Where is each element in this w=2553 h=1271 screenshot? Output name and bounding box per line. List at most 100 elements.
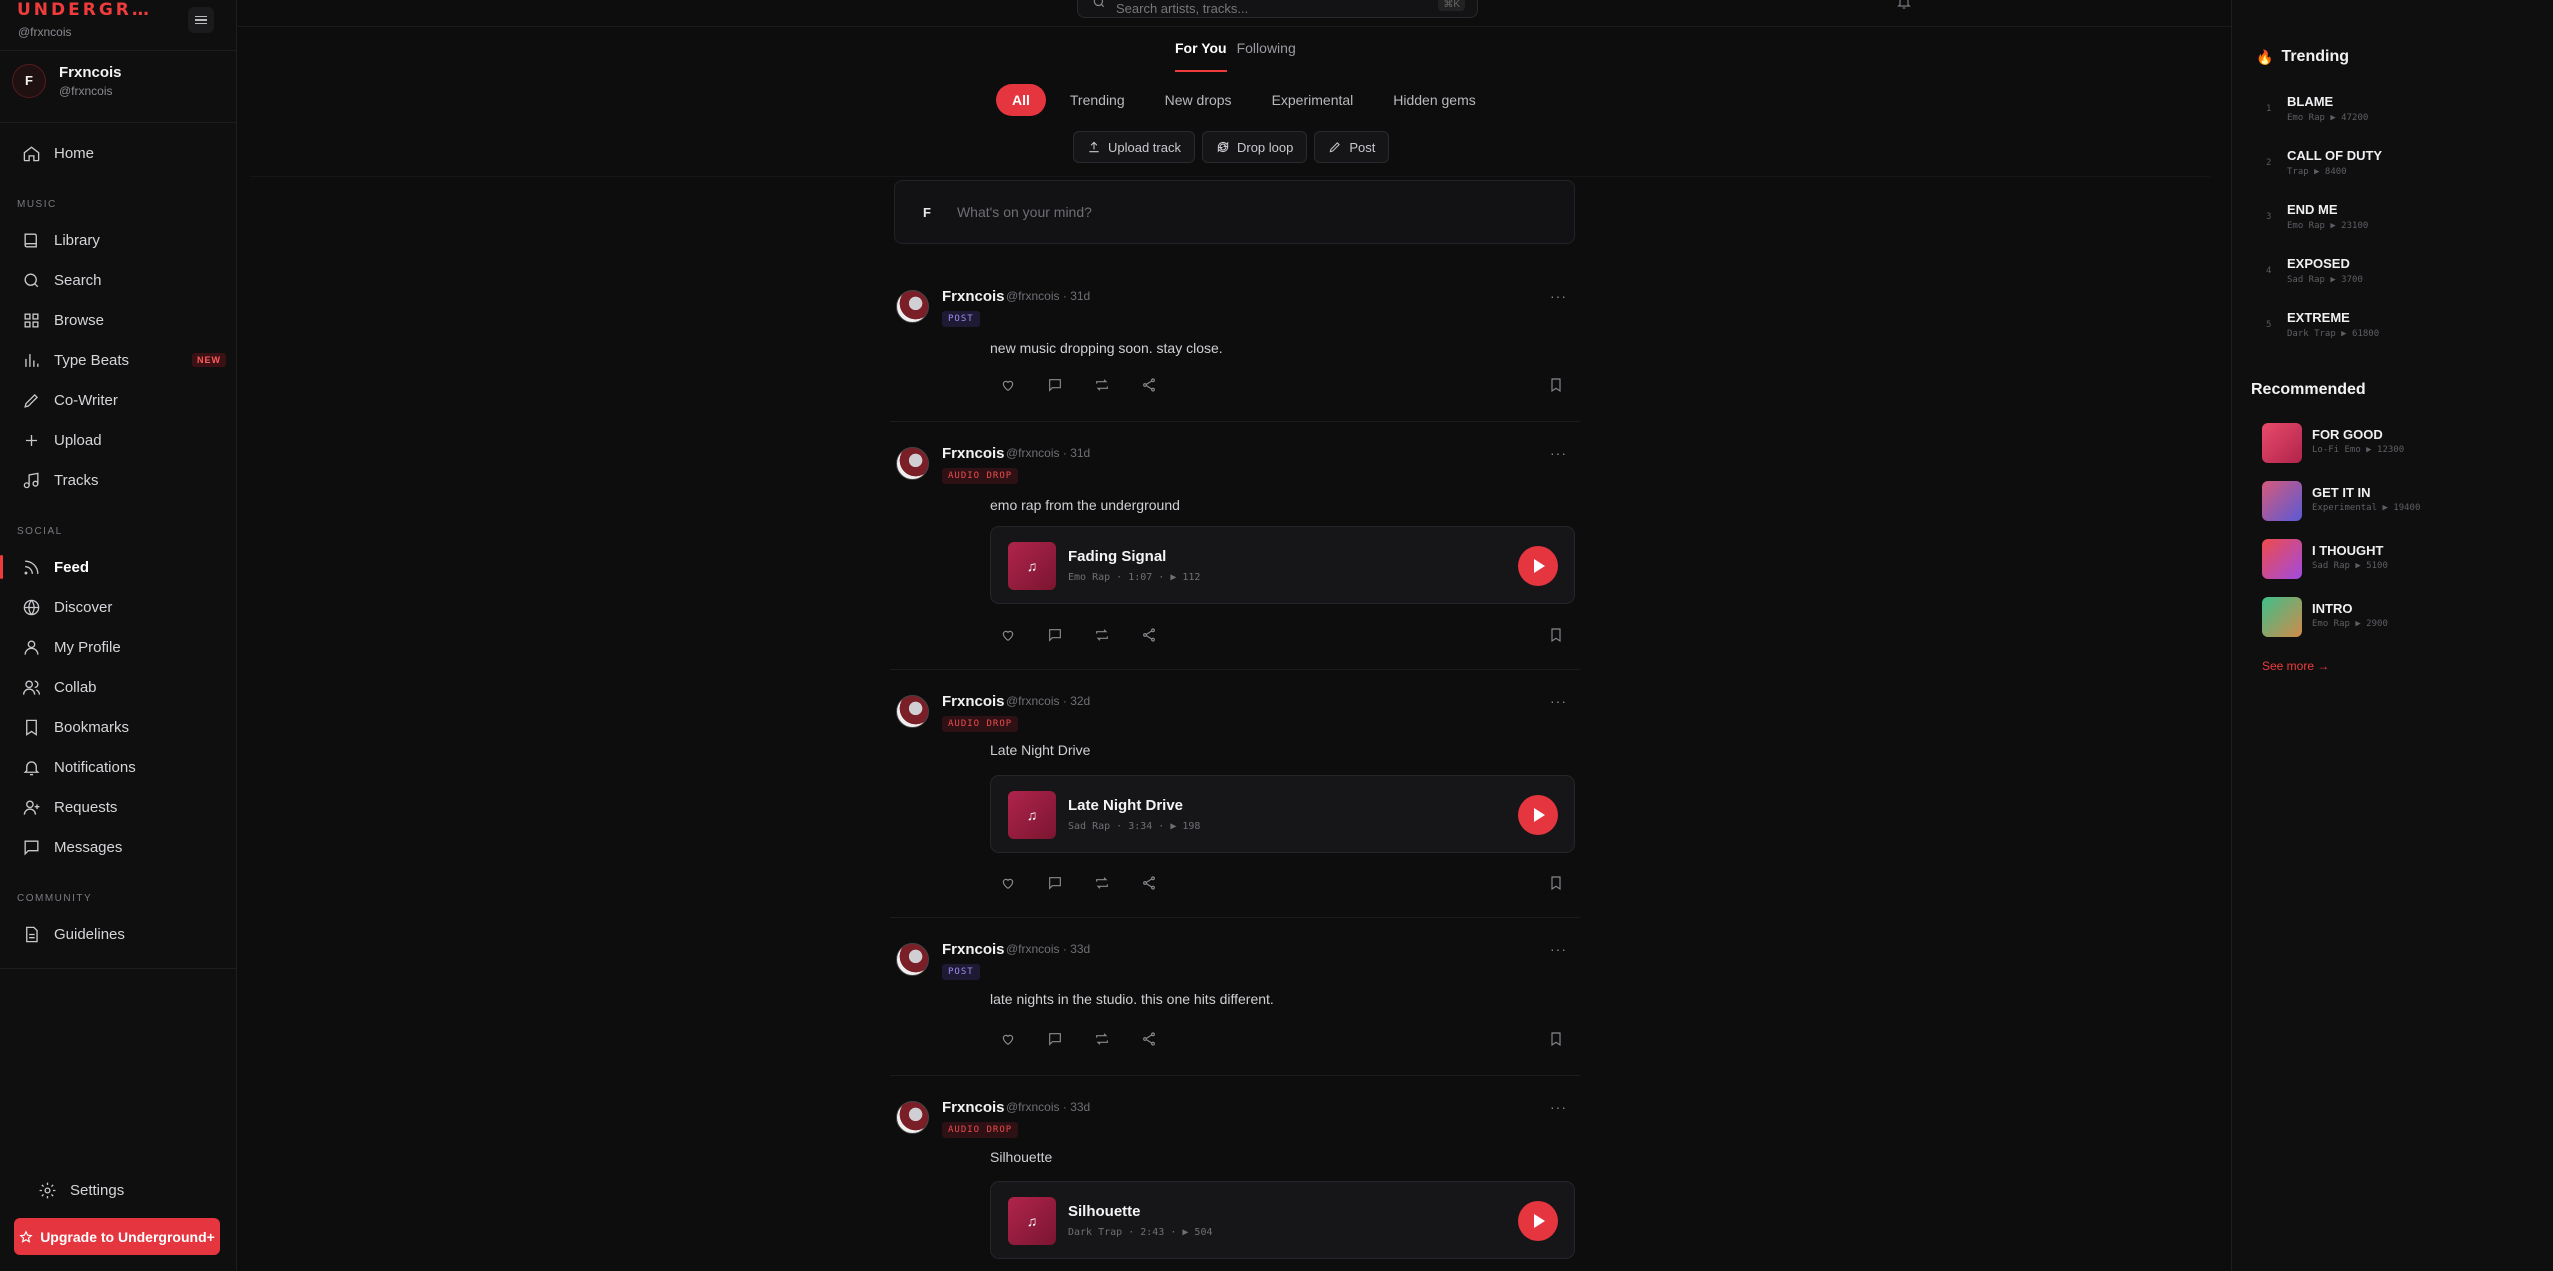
- comment-icon[interactable]: [1047, 1031, 1063, 1047]
- sidebar-item-notifications[interactable]: Notifications: [8, 749, 230, 785]
- post-meta: @frxncois · 32d: [1006, 694, 1091, 708]
- sidebar-item-guidelines[interactable]: Guidelines: [8, 916, 230, 952]
- trending-item[interactable]: 1 BLAME Emo Rap ▶ 47200: [2266, 94, 2526, 140]
- composer-input[interactable]: F What's on your mind?: [894, 180, 1575, 244]
- sidebar-item-tracks[interactable]: Tracks: [8, 462, 230, 498]
- heart-icon[interactable]: [1000, 627, 1016, 643]
- tab-following[interactable]: Following: [1237, 40, 1296, 56]
- button-label: Upload track: [1108, 139, 1181, 155]
- sidebar-item-type-beats[interactable]: Type Beats NEW: [8, 342, 230, 378]
- sidebar-item-label: Co-Writer: [54, 391, 118, 409]
- sidebar-item-settings[interactable]: Settings: [24, 1172, 224, 1208]
- bookmark-icon[interactable]: [1548, 627, 1564, 643]
- share-icon[interactable]: [1141, 627, 1157, 643]
- post-author[interactable]: Frxncois: [942, 693, 1005, 710]
- track-card[interactable]: ♫ Late Night Drive Sad Rap · 3:34 · ▶ 19…: [990, 775, 1575, 853]
- trending-item[interactable]: 5 EXTREME Dark Trap ▶ 61800: [2266, 310, 2526, 356]
- chip-experimental[interactable]: Experimental: [1256, 84, 1370, 116]
- chip-hidden-gems[interactable]: Hidden gems: [1377, 84, 1492, 116]
- share-icon[interactable]: [1141, 377, 1157, 393]
- play-button[interactable]: [1518, 546, 1558, 586]
- sidebar-item-co-writer[interactable]: Co-Writer: [8, 382, 230, 418]
- repost-icon[interactable]: [1094, 1031, 1110, 1047]
- bookmark-icon[interactable]: [1548, 875, 1564, 891]
- sidebar-item-upload[interactable]: Upload: [8, 422, 230, 458]
- play-button[interactable]: [1518, 1201, 1558, 1241]
- trending-item[interactable]: 2 CALL OF DUTY Trap ▶ 8400: [2266, 148, 2526, 194]
- search-input[interactable]: Search artists, tracks... ⌘K: [1077, 0, 1478, 18]
- sidebar-item-home[interactable]: Home: [8, 135, 230, 171]
- post-author[interactable]: Frxncois: [942, 941, 1005, 958]
- sidebar-item-requests[interactable]: Requests: [8, 789, 230, 825]
- sidebar-item-collab[interactable]: Collab: [8, 669, 230, 705]
- sidebar-item-discover[interactable]: Discover: [8, 589, 230, 625]
- gear-icon: [39, 1182, 56, 1198]
- recommended-item[interactable]: FOR GOOD Lo-Fi Emo ▶ 12300: [2262, 423, 2532, 469]
- user-card[interactable]: F Frxncois @frxncois: [12, 58, 226, 103]
- post-author[interactable]: Frxncois: [942, 288, 1005, 305]
- users-icon: [22, 679, 41, 695]
- avatar[interactable]: [896, 447, 929, 480]
- tab-for-you[interactable]: For You: [1175, 40, 1227, 72]
- track-card[interactable]: ♫ Silhouette Dark Trap · 2:43 · ▶ 504: [990, 1181, 1575, 1259]
- sidebar-item-bookmarks[interactable]: Bookmarks: [8, 709, 230, 745]
- bell-icon[interactable]: [1896, 0, 1912, 10]
- bookmark-icon[interactable]: [1548, 1031, 1564, 1047]
- drop-loop-button[interactable]: Drop loop: [1201, 131, 1308, 163]
- avatar[interactable]: [896, 695, 929, 728]
- recommended-item[interactable]: I THOUGHT Sad Rap ▶ 5100: [2262, 539, 2532, 585]
- track-cover: [2262, 423, 2302, 463]
- play-button[interactable]: [1518, 795, 1558, 835]
- repost-icon[interactable]: [1094, 377, 1110, 393]
- sidebar-item-feed[interactable]: Feed: [0, 549, 230, 585]
- more-options-icon[interactable]: ···: [1550, 1099, 1567, 1115]
- repost-icon[interactable]: [1094, 627, 1110, 643]
- sidebar-item-search[interactable]: Search: [8, 262, 230, 298]
- heart-icon[interactable]: [1000, 1031, 1016, 1047]
- avatar[interactable]: [896, 1101, 929, 1134]
- share-icon[interactable]: [1141, 1031, 1157, 1047]
- track-card[interactable]: ♫ Fading Signal Emo Rap · 1:07 · ▶ 112: [990, 526, 1575, 604]
- track-cover: [2262, 597, 2302, 637]
- bookmark-icon[interactable]: [1548, 377, 1564, 393]
- upgrade-button[interactable]: Upgrade to Underground+: [14, 1218, 220, 1255]
- divider: [890, 421, 1580, 422]
- more-options-icon[interactable]: ···: [1550, 288, 1567, 304]
- recommended-item[interactable]: GET IT IN Experimental ▶ 19400: [2262, 481, 2532, 527]
- chip-trending[interactable]: Trending: [1054, 84, 1141, 116]
- post-button[interactable]: Post: [1314, 131, 1390, 163]
- sidebar-item-browse[interactable]: Browse: [8, 302, 230, 338]
- sidebar-item-library[interactable]: Library: [8, 222, 230, 258]
- heart-icon[interactable]: [1000, 377, 1016, 393]
- heart-icon[interactable]: [1000, 875, 1016, 891]
- upload-track-button[interactable]: Upload track: [1073, 131, 1195, 163]
- share-icon[interactable]: [1141, 875, 1157, 891]
- trending-item[interactable]: 4 EXPOSED Sad Rap ▶ 3700: [2266, 256, 2526, 302]
- avatar[interactable]: [896, 943, 929, 976]
- see-more-link[interactable]: See more →: [2262, 659, 2329, 673]
- chip-new-drops[interactable]: New drops: [1149, 84, 1248, 116]
- recommended-item[interactable]: INTRO Emo Rap ▶ 2900: [2262, 597, 2532, 643]
- comment-icon[interactable]: [1047, 875, 1063, 891]
- recommended-title: I THOUGHT: [2312, 543, 2384, 558]
- menu-toggle-button[interactable]: [188, 7, 214, 33]
- post-author[interactable]: Frxncois: [942, 1099, 1005, 1116]
- sidebar-item-my-profile[interactable]: My Profile: [8, 629, 230, 665]
- sidebar-item-messages[interactable]: Messages: [8, 829, 230, 865]
- bell-icon: [23, 760, 40, 775]
- trending-item[interactable]: 3 END ME Emo Rap ▶ 23100: [2266, 202, 2526, 248]
- more-options-icon[interactable]: ···: [1550, 941, 1567, 957]
- music-note-icon: ♫: [1008, 791, 1056, 839]
- comment-icon[interactable]: [1047, 377, 1063, 393]
- avatar[interactable]: [896, 290, 929, 323]
- brand-logo[interactable]: UNDERGR…: [17, 0, 152, 20]
- chip-all[interactable]: All: [996, 84, 1046, 116]
- post-text: Silhouette: [990, 1149, 1053, 1165]
- post-actions: [1000, 875, 1570, 895]
- avatar: F: [12, 63, 46, 98]
- comment-icon[interactable]: [1047, 627, 1063, 643]
- post-author[interactable]: Frxncois: [942, 445, 1005, 462]
- more-options-icon[interactable]: ···: [1550, 445, 1567, 461]
- repost-icon[interactable]: [1094, 875, 1110, 891]
- more-options-icon[interactable]: ···: [1550, 693, 1567, 709]
